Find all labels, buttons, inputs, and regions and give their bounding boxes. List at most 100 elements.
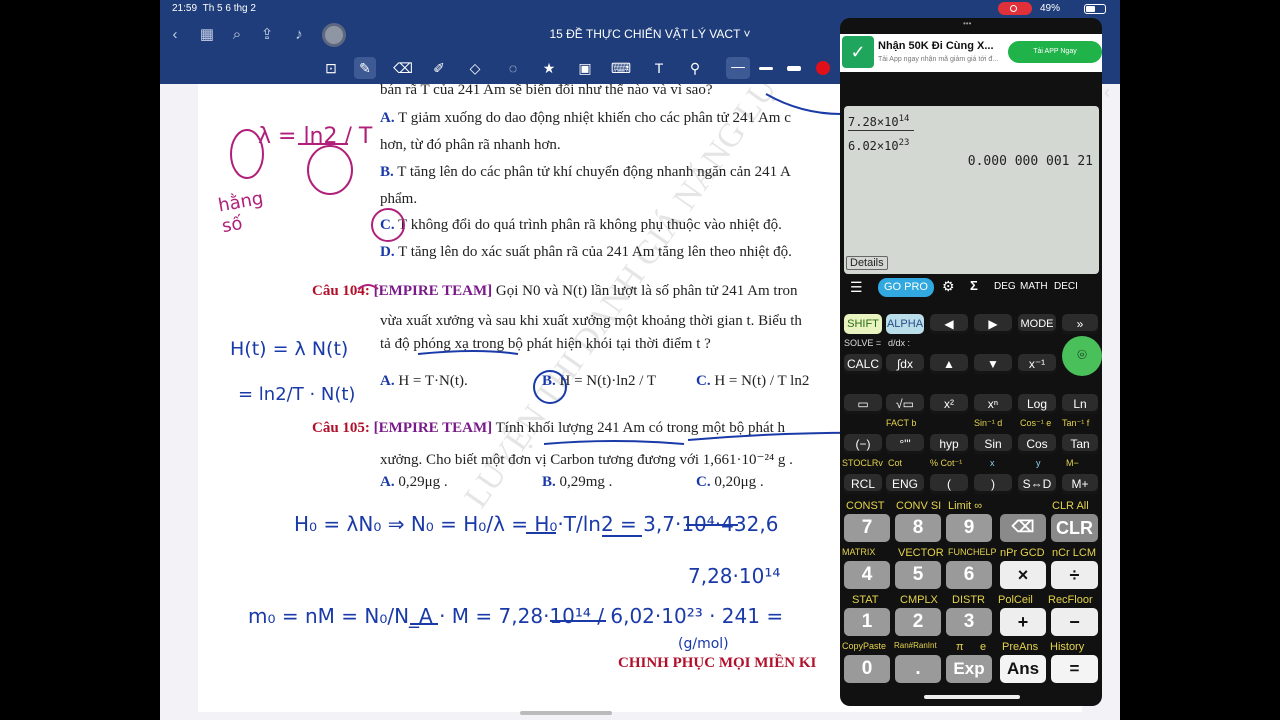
shapes-icon[interactable]: ◇ <box>464 57 486 79</box>
camera-solver-icon[interactable]: ⌾ <box>1062 336 1102 376</box>
stroke-medium[interactable] <box>754 57 778 79</box>
key-6[interactable]: 6 <box>946 561 992 589</box>
stroke-thin[interactable] <box>726 57 750 79</box>
label-funchelp: FUNCHELP <box>948 547 997 557</box>
home-indicator[interactable] <box>924 695 1020 699</box>
image-icon[interactable]: ▣ <box>574 57 596 79</box>
back-chevron-icon[interactable]: ‹ <box>164 24 186 46</box>
key-5[interactable]: 5 <box>895 561 941 589</box>
slideover-grabber[interactable]: ••• <box>963 20 979 28</box>
label-limit: Limit ∞ <box>948 500 983 512</box>
hw-lambda-eq: λ = ln2 / T <box>258 124 373 149</box>
screen-record-icon[interactable] <box>998 2 1032 15</box>
delete-key[interactable]: ⌫ <box>1000 514 1046 542</box>
label-preans: PreAns <box>1002 641 1039 653</box>
lparen-key[interactable]: ( <box>930 474 968 494</box>
fraction-line <box>848 130 914 131</box>
gopro-button[interactable]: GO PRO <box>878 278 934 297</box>
left-arrow-key[interactable]: ◀ <box>930 314 968 334</box>
page-scrollbar[interactable] <box>520 711 612 715</box>
color-red-swatch[interactable] <box>816 61 830 75</box>
star-icon[interactable]: ★ <box>538 57 560 79</box>
key-4[interactable]: 4 <box>844 561 890 589</box>
power-key[interactable]: xⁿ <box>974 394 1012 414</box>
degree-key[interactable]: °'" <box>886 434 924 454</box>
negative-key[interactable]: (−) <box>844 434 882 454</box>
rparen-key[interactable]: ) <box>974 474 1012 494</box>
label-stoclrv: STOCLRv <box>842 458 883 468</box>
down-arrow-key[interactable]: ▼ <box>974 354 1012 374</box>
mplus-key[interactable]: M+ <box>1062 474 1098 494</box>
key-2[interactable]: 2 <box>895 608 941 636</box>
fraction-key[interactable]: ▭ <box>844 394 882 414</box>
clr-key[interactable]: CLR <box>1051 514 1098 542</box>
search-icon[interactable]: ⌕ <box>226 24 248 46</box>
label-y: y <box>1036 458 1041 468</box>
more-key[interactable]: » <box>1062 314 1098 334</box>
sin-key[interactable]: Sin <box>974 434 1012 454</box>
exp-key[interactable]: Exp <box>946 655 992 683</box>
minus-key[interactable]: − <box>1051 608 1098 636</box>
key-3[interactable]: 3 <box>946 608 992 636</box>
inverse-key[interactable]: x⁻¹ <box>1018 354 1056 374</box>
ad-banner[interactable]: ✓ Nhận 50K Đi Cùng X... Tải App ngay nhậ… <box>840 34 1102 72</box>
key-0[interactable]: 0 <box>844 655 890 683</box>
scan-icon[interactable]: ⊡ <box>320 57 342 79</box>
label-taninv: Tan⁻¹ f <box>1062 418 1090 428</box>
up-arrow-key[interactable]: ▲ <box>930 354 968 374</box>
ln-key[interactable]: Ln <box>1062 394 1098 414</box>
laser-icon[interactable]: ⚲ <box>684 57 706 79</box>
right-arrow-key[interactable]: ▶ <box>974 314 1012 334</box>
record-dot-icon[interactable] <box>322 23 346 47</box>
equals-key[interactable]: = <box>1051 655 1098 683</box>
label-cosinv: Cos⁻¹ e <box>1020 418 1052 428</box>
decimal-key[interactable]: . <box>895 655 941 683</box>
cos-key[interactable]: Cos <box>1018 434 1056 454</box>
slideover-handle-icon[interactable]: ‹ <box>1104 82 1118 110</box>
share-icon[interactable]: ⇪ <box>256 24 278 46</box>
keyboard-icon[interactable]: ⌨ <box>610 57 632 79</box>
alpha-key[interactable]: ALPHA <box>886 314 924 334</box>
highlighter-icon[interactable]: ✐ <box>428 57 450 79</box>
calculator-app: ••• ✓ Nhận 50K Đi Cùng X... Tải App ngay… <box>840 18 1102 706</box>
shift-key[interactable]: SHIFT <box>844 314 882 334</box>
ans-key[interactable]: Ans <box>1000 655 1046 683</box>
document-title[interactable]: 15 ĐỀ THỰC CHIẾN VẬT LÝ VACT ˅ <box>500 27 800 41</box>
microphone-icon[interactable]: ♪ <box>288 24 310 46</box>
integral-key[interactable]: ∫dx <box>886 354 924 374</box>
divide-key[interactable]: ÷ <box>1051 561 1098 589</box>
calc-key[interactable]: CALC <box>844 354 882 374</box>
textbox-icon[interactable]: T <box>648 57 670 79</box>
tan-key[interactable]: Tan <box>1062 434 1098 454</box>
key-7[interactable]: 7 <box>844 514 890 542</box>
ad-button[interactable]: Tải APP Ngay <box>1008 41 1102 63</box>
key-1[interactable]: 1 <box>844 608 890 636</box>
settings-icon[interactable]: ⚙ <box>942 278 955 295</box>
battery-percent: 49% <box>1040 3 1061 14</box>
square-key[interactable]: x² <box>930 394 968 414</box>
log-key[interactable]: Log <box>1018 394 1056 414</box>
multiply-key[interactable]: × <box>1000 561 1046 589</box>
mode-deg: DEG <box>994 281 1016 292</box>
mode-key[interactable]: MODE <box>1018 314 1056 334</box>
lasso-icon[interactable]: ◌ <box>502 57 524 79</box>
key-9[interactable]: 9 <box>946 514 992 542</box>
eng-key[interactable]: ENG <box>886 474 924 494</box>
eraser-icon[interactable]: ⌫ <box>392 57 414 79</box>
key-8[interactable]: 8 <box>895 514 941 542</box>
pen-icon[interactable]: ✎ <box>354 57 376 79</box>
display-numerator: 7.28×1014 <box>848 114 910 129</box>
calc-topbar: ☰ GO PRO ⚙ Σ DEG MATH DECI <box>840 276 1102 300</box>
sigma-icon[interactable]: Σ <box>970 278 978 293</box>
label-ddx: d/dx : <box>888 338 911 348</box>
stroke-thick[interactable] <box>782 57 806 79</box>
menu-icon[interactable]: ☰ <box>850 279 863 296</box>
label-recfloor: RecFloor <box>1048 594 1093 606</box>
plus-key[interactable]: + <box>1000 608 1046 636</box>
sqrt-key[interactable]: √▭ <box>886 394 924 414</box>
rcl-key[interactable]: RCL <box>844 474 882 494</box>
hyp-key[interactable]: hyp <box>930 434 968 454</box>
details-button[interactable]: Details <box>846 256 888 270</box>
grid-icon[interactable]: ▦ <box>196 24 218 46</box>
sd-key[interactable]: S⇔D <box>1018 474 1056 494</box>
